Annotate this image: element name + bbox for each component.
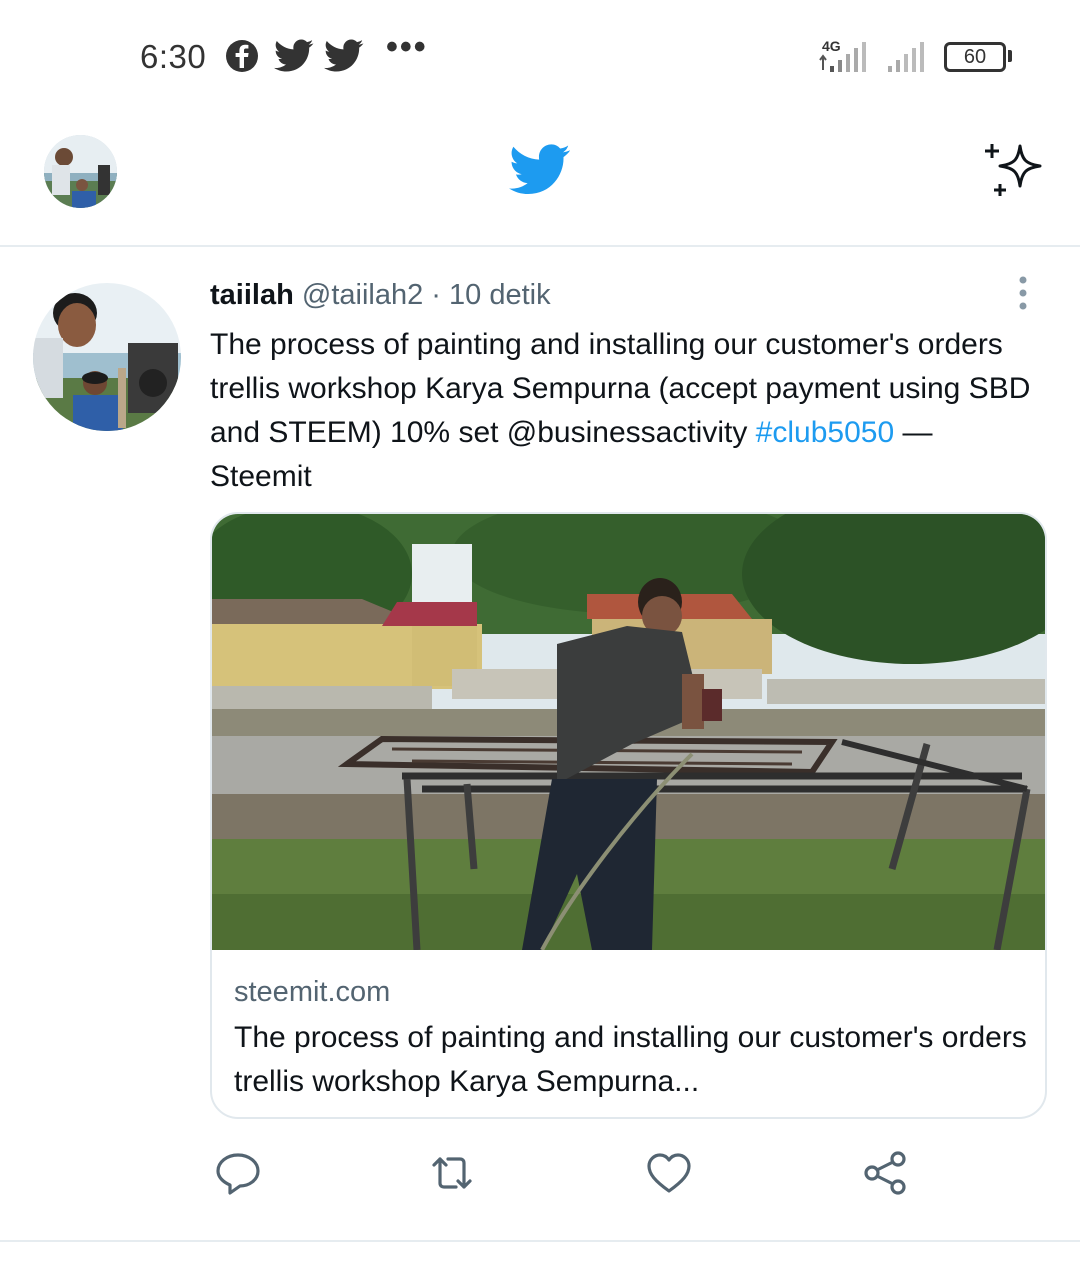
reply-icon[interactable] [214,1149,262,1197]
battery-cap [1008,50,1012,62]
signal-strength-icon [819,42,866,72]
tweet[interactable]: taiilah @taiilah2 · 10 detik The process… [0,249,1080,1242]
author-handle[interactable]: @taiilah2 [302,279,423,311]
author-name[interactable]: taiilah [210,279,294,311]
more-options-icon[interactable] [1008,273,1038,313]
tweet-text: The process of painting and installing o… [210,323,1040,499]
twitter-icon [324,39,364,72]
sparkle-icon[interactable] [980,138,1048,202]
retweet-icon[interactable] [428,1149,476,1197]
facebook-icon [226,40,258,72]
header-separator: · [431,279,441,311]
twitter-icon [274,39,314,72]
twitter-bird-icon[interactable] [509,144,571,196]
link-title: The process of painting and installing o… [234,1021,1027,1098]
avatar [44,135,117,208]
top-app-bar [0,110,1080,247]
like-icon[interactable] [645,1149,693,1197]
link-preview-card[interactable]: steemit.com The process of painting and … [210,512,1047,1119]
tweet-author-avatar[interactable] [33,283,181,431]
avatar [33,283,181,431]
status-time: 6:30 [140,38,207,75]
status-bar: 6:30 ••• 4G 60 [0,0,1080,110]
tweet-header: taiilah @taiilah2 · 10 detik [210,279,551,312]
signal-strength-icon [888,42,924,72]
share-icon[interactable] [862,1149,910,1197]
tweet-timestamp[interactable]: 10 detik [449,279,551,311]
overflow-notifications-icon: ••• [386,28,428,66]
battery-indicator: 60 [944,42,1006,72]
profile-avatar-button[interactable] [44,135,117,208]
hashtag-link[interactable]: #club5050 [756,416,894,449]
link-preview-image [212,514,1045,950]
link-domain: steemit.com [234,976,391,1008]
